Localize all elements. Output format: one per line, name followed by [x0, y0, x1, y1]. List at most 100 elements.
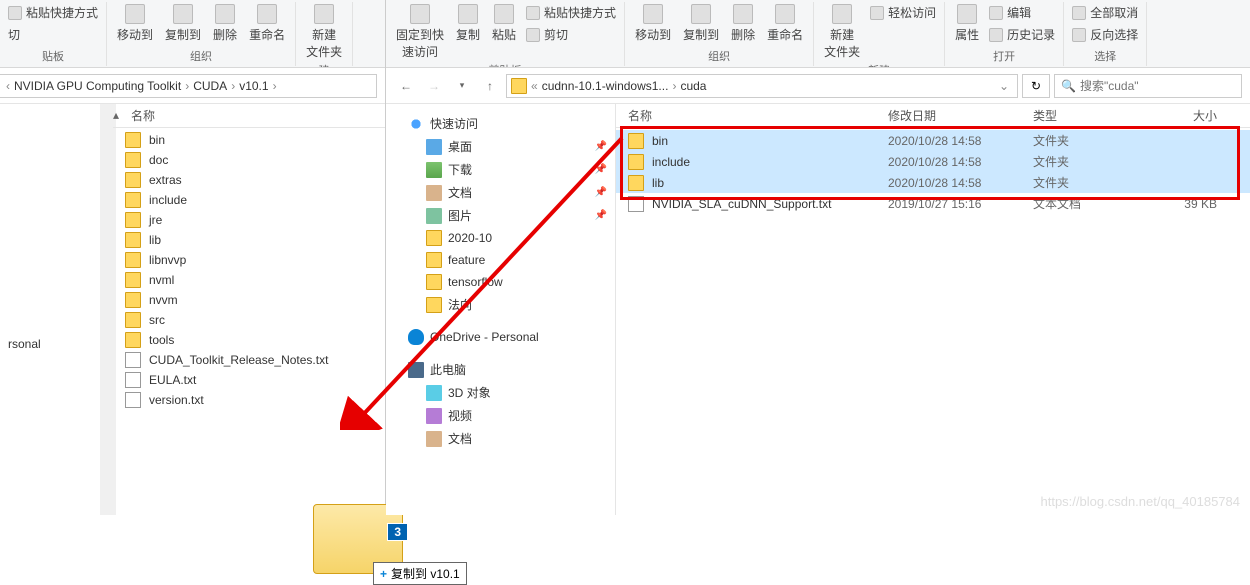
- drag-count-badge: 3: [387, 523, 408, 541]
- delete-button[interactable]: 删除: [209, 2, 241, 45]
- nav-pane: 快速访问 桌面📌 下载📌 文档📌 图片📌 2020-10 feature ten…: [386, 104, 616, 515]
- cut-button[interactable]: 剪切: [524, 24, 618, 45]
- file-list: bin 2020/10/28 14:58 文件夹 include 2020/10…: [616, 128, 1250, 216]
- file-name: lib: [652, 176, 888, 190]
- copy-to-button[interactable]: 复制到: [679, 2, 723, 45]
- file-row[interactable]: src: [113, 310, 385, 330]
- breadcrumb[interactable]: ‹ NVIDIA GPU Computing Toolkit › CUDA › …: [0, 74, 377, 98]
- folder-icon: [125, 192, 141, 208]
- file-list-pane: 名称 修改日期 类型 大小 bin 2020/10/28 14:58 文件夹 i…: [616, 104, 1250, 515]
- file-row[interactable]: libnvvp: [113, 250, 385, 270]
- easy-access-button[interactable]: 轻松访问: [868, 2, 938, 23]
- delete-button[interactable]: 删除: [727, 2, 759, 45]
- deselect-all-button[interactable]: 全部取消: [1070, 2, 1140, 23]
- label: 新建 文件夹: [824, 26, 860, 60]
- copy-button[interactable]: 复制: [452, 2, 484, 45]
- search-input[interactable]: [1080, 79, 1235, 93]
- paste-button[interactable]: 粘贴: [488, 2, 520, 45]
- paste-shortcut-button[interactable]: 粘贴快捷方式: [524, 2, 618, 23]
- nav-documents[interactable]: 文档📌: [390, 181, 611, 204]
- folder-icon: [125, 132, 141, 148]
- search-box[interactable]: 🔍: [1054, 74, 1242, 98]
- body: 快速访问 桌面📌 下载📌 文档📌 图片📌 2020-10 feature ten…: [386, 104, 1250, 515]
- file-row[interactable]: tools: [113, 330, 385, 350]
- nav-downloads[interactable]: 下载📌: [390, 158, 611, 181]
- file-row[interactable]: lib 2020/10/28 14:58 文件夹: [616, 172, 1250, 193]
- breadcrumb-item[interactable]: CUDA: [193, 79, 227, 93]
- nav-folder[interactable]: 2020-10: [390, 227, 611, 249]
- document-icon: [426, 431, 442, 447]
- file-row[interactable]: nvvm: [113, 290, 385, 310]
- file-row[interactable]: doc: [113, 150, 385, 170]
- paste-shortcut-button[interactable]: 粘贴快捷方式: [6, 2, 100, 23]
- column-name[interactable]: 名称: [131, 107, 155, 124]
- cut-button[interactable]: 切: [6, 24, 100, 45]
- new-folder-button[interactable]: 新建 文件夹: [820, 2, 864, 62]
- file-row[interactable]: bin: [113, 130, 385, 150]
- file-row[interactable]: nvml: [113, 270, 385, 290]
- history-button[interactable]: 历史记录: [987, 24, 1057, 45]
- column-type[interactable]: 类型: [1033, 107, 1153, 124]
- refresh-button[interactable]: ↻: [1022, 74, 1050, 98]
- column-size[interactable]: 大小: [1153, 107, 1233, 124]
- nav-pictures[interactable]: 图片📌: [390, 204, 611, 227]
- nav-documents-2[interactable]: 文档: [390, 427, 611, 450]
- label: 编辑: [1007, 4, 1031, 21]
- nav-item-stub[interactable]: rsonal: [0, 334, 112, 354]
- group-label: 打开: [993, 48, 1015, 66]
- edit-button[interactable]: 编辑: [987, 2, 1057, 23]
- rename-button[interactable]: 重命名: [245, 2, 289, 45]
- nav-desktop[interactable]: 桌面📌: [390, 135, 611, 158]
- file-row[interactable]: include: [113, 190, 385, 210]
- group-label: 选择: [1094, 48, 1116, 66]
- invert-selection-button[interactable]: 反向选择: [1070, 24, 1140, 45]
- nav-video[interactable]: 视频: [390, 404, 611, 427]
- file-row[interactable]: extras: [113, 170, 385, 190]
- copy-to-button[interactable]: 复制到: [161, 2, 205, 45]
- nav-onedrive[interactable]: OneDrive - Personal: [390, 326, 611, 348]
- file-row[interactable]: NVIDIA_SLA_cuDNN_Support.txt 2019/10/27 …: [616, 193, 1250, 214]
- nav-folder[interactable]: 法向: [390, 293, 611, 316]
- file-list: bindocextrasincludejreliblibnvvpnvmlnvvm…: [113, 128, 385, 412]
- breadcrumb-item[interactable]: v10.1: [239, 79, 268, 93]
- breadcrumb-item[interactable]: NVIDIA GPU Computing Toolkit: [14, 79, 181, 93]
- breadcrumb[interactable]: « cudnn-10.1-windows1... › cuda ⌄: [506, 74, 1018, 98]
- nav-this-pc[interactable]: 此电脑: [390, 358, 611, 381]
- breadcrumb-item[interactable]: cuda: [680, 79, 706, 93]
- properties-button[interactable]: 属性: [951, 2, 983, 45]
- folder-icon: [125, 272, 141, 288]
- file-row[interactable]: lib: [113, 230, 385, 250]
- file-row[interactable]: jre: [113, 210, 385, 230]
- folder-icon: [628, 133, 644, 149]
- nav-folder[interactable]: feature: [390, 249, 611, 271]
- address-bar: ‹ NVIDIA GPU Computing Toolkit › CUDA › …: [0, 68, 385, 104]
- recent-button[interactable]: ▾: [450, 74, 474, 98]
- new-folder-button[interactable]: 新建 文件夹: [302, 2, 346, 62]
- column-date[interactable]: 修改日期: [888, 107, 1033, 124]
- nav-folder[interactable]: tensorflow: [390, 271, 611, 293]
- label: 粘贴快捷方式: [544, 4, 616, 21]
- move-to-button[interactable]: 移动到: [631, 2, 675, 45]
- forward-button[interactable]: →: [422, 74, 446, 98]
- pin-quick-access-button[interactable]: 固定到快 速访问: [392, 2, 448, 62]
- nav-3d[interactable]: 3D 对象: [390, 381, 611, 404]
- search-icon: 🔍: [1061, 79, 1076, 93]
- folder-icon: [125, 252, 141, 268]
- back-button[interactable]: ←: [394, 74, 418, 98]
- up-button[interactable]: ↑: [478, 74, 502, 98]
- folder-icon: [628, 154, 644, 170]
- file-name: CUDA_Toolkit_Release_Notes.txt: [149, 353, 385, 367]
- file-row[interactable]: CUDA_Toolkit_Release_Notes.txt: [113, 350, 385, 370]
- file-row[interactable]: bin 2020/10/28 14:58 文件夹: [616, 130, 1250, 151]
- label: 移动到: [635, 26, 671, 43]
- breadcrumb-dropdown[interactable]: ⌄: [995, 79, 1013, 93]
- file-row[interactable]: EULA.txt: [113, 370, 385, 390]
- nav-quick-access[interactable]: 快速访问: [390, 112, 611, 135]
- file-row[interactable]: include 2020/10/28 14:58 文件夹: [616, 151, 1250, 172]
- breadcrumb-item[interactable]: cudnn-10.1-windows1...: [542, 79, 669, 93]
- move-to-button[interactable]: 移动到: [113, 2, 157, 45]
- file-row[interactable]: version.txt: [113, 390, 385, 410]
- column-name[interactable]: 名称: [628, 107, 888, 124]
- file-name: NVIDIA_SLA_cuDNN_Support.txt: [652, 197, 888, 211]
- rename-button[interactable]: 重命名: [763, 2, 807, 45]
